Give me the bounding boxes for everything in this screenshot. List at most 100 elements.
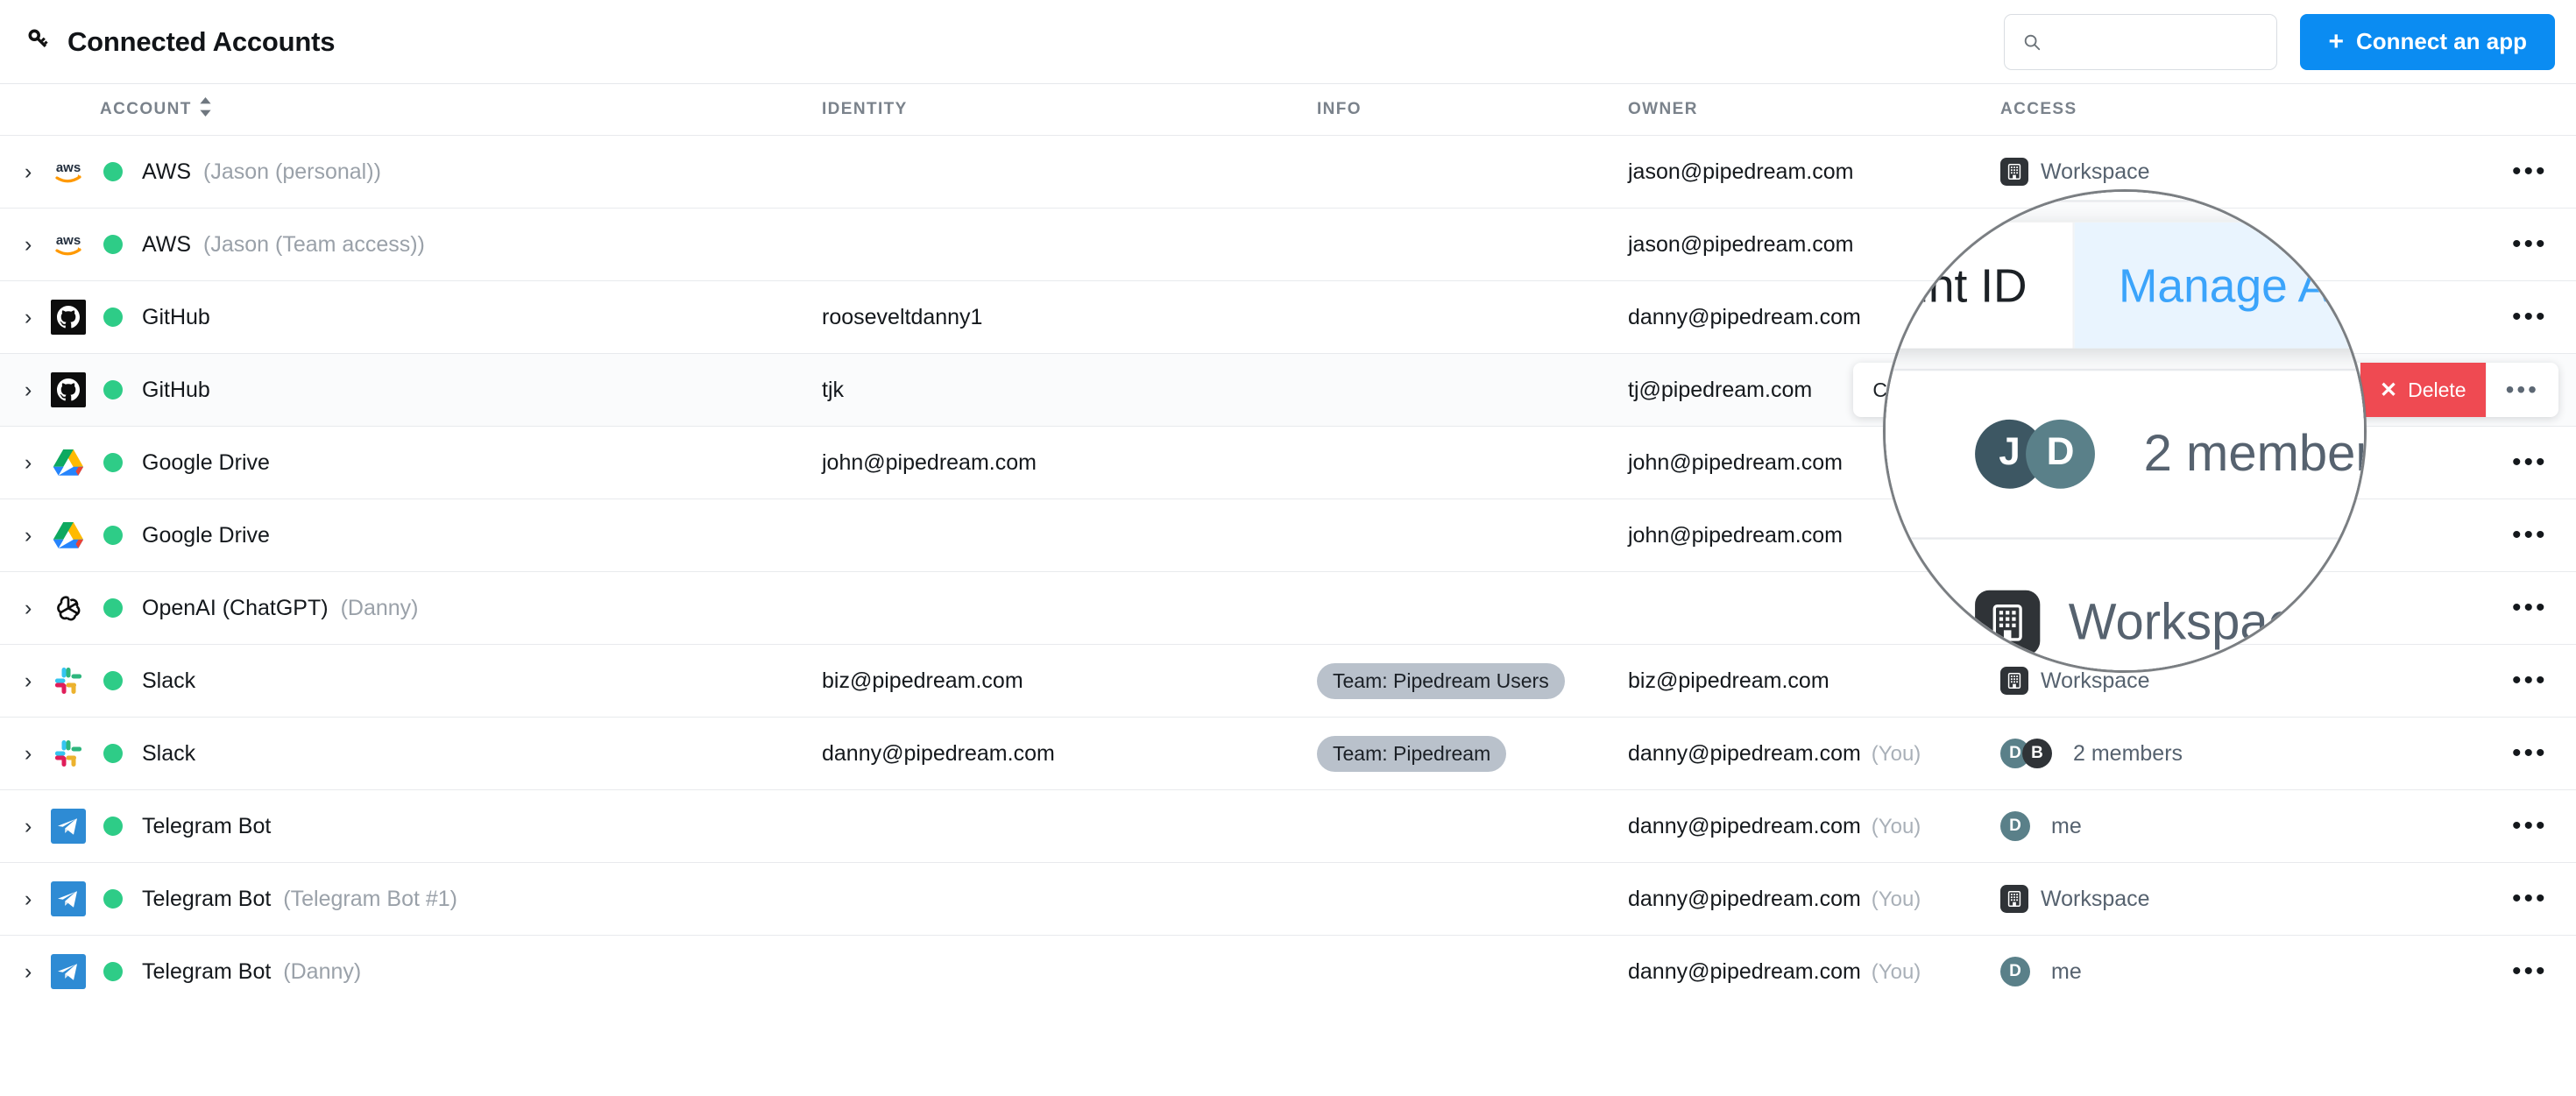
page-title: Connected Accounts xyxy=(67,25,336,57)
expand-chevron-icon[interactable]: › xyxy=(25,451,51,474)
kebab-menu-icon[interactable]: ••• xyxy=(2512,958,2548,985)
search-input[interactable] xyxy=(2050,30,2304,53)
expand-chevron-icon[interactable]: › xyxy=(25,160,51,183)
connect-button-label: Connect an app xyxy=(2355,28,2527,54)
column-header-identity[interactable]: IDENTITY xyxy=(822,100,1317,119)
table-row[interactable]: › Telegram Bot danny@pipedream.com (You) Dme… xyxy=(0,789,2576,862)
row-actions-cell: ••• xyxy=(2473,595,2576,621)
svg-text:aws: aws xyxy=(56,233,81,248)
owner-cell: danny@pipedream.com (You) xyxy=(1628,887,2000,912)
identity-cell: rooseveltdanny1 xyxy=(822,304,983,329)
account-cell: › aws AWS (Jason (personal)) xyxy=(25,154,822,189)
magnifier-content: ›awsAWS(Jason (personal))jason@pipedream… xyxy=(1886,192,2364,670)
svg-text:aws: aws xyxy=(56,160,81,175)
access-label: Workspace xyxy=(2068,593,2322,651)
row-actions-cell: ••• xyxy=(2473,740,2576,767)
access-label: 2 members xyxy=(2143,424,2364,482)
expand-chevron-icon[interactable]: › xyxy=(25,887,51,910)
owner-cell: danny@pipedream.com (You) xyxy=(1628,959,2000,985)
column-header-info[interactable]: INFO xyxy=(1317,100,1628,119)
table-row[interactable]: › Telegram Bot (Telegram Bot #1) danny@pipe… xyxy=(0,862,2576,935)
account-nickname: (Danny) xyxy=(283,958,362,984)
member-avatars: D xyxy=(2000,811,2030,841)
table-row[interactable]: › Telegram Bot (Danny) danny@pipedream.com (… xyxy=(0,935,2576,1008)
account-name: Telegram Bot xyxy=(142,813,272,838)
expand-chevron-icon[interactable]: › xyxy=(25,815,51,838)
kebab-menu-icon[interactable]: ••• xyxy=(2512,886,2548,912)
magnifier-lens: ›awsAWS(Jason (personal))jason@pipedream… xyxy=(1883,189,2367,673)
workspace-icon xyxy=(2000,667,2028,695)
account-name: AWS xyxy=(142,231,192,257)
header-actions: + Connect an app xyxy=(2004,13,2555,70)
kebab-menu-icon[interactable]: ••• xyxy=(2512,449,2548,476)
account-nickname: (Jason (personal)) xyxy=(203,159,381,184)
account-name: Slack xyxy=(142,668,196,693)
expand-chevron-icon[interactable]: › xyxy=(25,306,51,329)
owner-you-label: (You) xyxy=(1871,887,1921,911)
status-dot xyxy=(103,453,123,472)
column-header-account[interactable]: ACCOUNT xyxy=(25,97,822,122)
app-logo-github-icon xyxy=(51,300,86,335)
access-cell: JD 2 members xyxy=(1975,419,2364,489)
owner-email: biz@pipedream.com xyxy=(1628,668,1829,693)
expand-chevron-icon[interactable]: › xyxy=(25,524,51,547)
kebab-menu-icon[interactable]: ••• xyxy=(2512,813,2548,839)
expand-chevron-icon[interactable]: › xyxy=(25,960,51,983)
expand-chevron-icon[interactable]: › xyxy=(25,378,51,401)
account-name: Telegram Bot xyxy=(142,886,272,911)
app-logo-aws-icon: aws xyxy=(51,154,86,189)
row-actions-cell: ••• xyxy=(2473,958,2576,985)
delete-menu-item[interactable]: ✕ Delete xyxy=(2360,363,2487,417)
connect-an-app-button[interactable]: + Connect an app xyxy=(2300,13,2555,70)
expand-chevron-icon[interactable]: › xyxy=(25,233,51,256)
access-label: me xyxy=(2051,813,2082,838)
info-cell: Team: Pipedream xyxy=(1317,735,1628,772)
account-name: Google Drive xyxy=(142,449,270,475)
kebab-menu-icon[interactable]: ••• xyxy=(2512,304,2548,330)
kebab-menu-icon[interactable]: ••• xyxy=(2512,668,2548,694)
account-name: AWS xyxy=(142,159,192,184)
row-actions-cell: ••• xyxy=(2473,449,2576,476)
avatar: D xyxy=(2000,811,2030,841)
owner-email: danny@pipedream.com xyxy=(1628,813,1861,838)
column-header-access[interactable]: ACCESS xyxy=(2000,100,2473,119)
member-avatars: D xyxy=(2000,957,2030,986)
account-cell: › aws AWS (Jason (Team access)) xyxy=(25,227,822,262)
status-dot xyxy=(103,526,123,545)
status-dot xyxy=(103,817,123,836)
kebab-menu-icon[interactable]: ••• xyxy=(2512,522,2548,548)
account-cell: › Telegram Bot (Danny) xyxy=(25,954,822,989)
table-row[interactable]: › Slack danny@pipedream.com Team: Pipedream… xyxy=(0,717,2576,789)
owner-email: danny@pipedream.com xyxy=(1628,304,1861,329)
column-header-owner[interactable]: OWNER xyxy=(1628,100,2000,119)
member-avatars: JD xyxy=(1975,419,2095,489)
access-cell: Workspace xyxy=(2000,158,2473,186)
account-cell: › OpenAI (ChatGPT) (Danny) xyxy=(25,590,822,626)
owner-cell: john@pipedream.com xyxy=(1886,593,1975,652)
status-dot xyxy=(103,962,123,981)
copy-account-id-menu-item[interactable]: Copy Account ID xyxy=(1886,222,2074,349)
manage-access-menu-item[interactable]: Manage Access xyxy=(2073,222,2364,349)
account-name: Google Drive xyxy=(142,522,270,548)
kebab-menu-icon[interactable]: ••• xyxy=(2512,231,2548,258)
row-actions-cell: ••• xyxy=(2473,886,2576,912)
avatar: B xyxy=(2022,739,2052,768)
close-icon: ✕ xyxy=(2379,378,2398,402)
account-name: OpenAI (ChatGPT) xyxy=(142,595,329,620)
expand-chevron-icon[interactable]: › xyxy=(25,597,51,619)
sort-arrows-icon[interactable] xyxy=(199,97,212,122)
identity-cell: danny@pipedream.com xyxy=(822,740,1055,766)
more-options-menu-item[interactable]: ••• xyxy=(2487,363,2558,417)
expand-chevron-icon[interactable]: › xyxy=(25,669,51,692)
owner-cell: danny@pipedream.com (You) xyxy=(1628,814,2000,839)
info-badge: Team: Pipedream Users xyxy=(1317,662,1565,699)
kebab-menu-icon[interactable]: ••• xyxy=(2512,159,2548,185)
member-avatars: DB xyxy=(2000,739,2052,768)
kebab-menu-icon[interactable]: ••• xyxy=(2512,595,2548,621)
owner-email: jason@pipedream.com xyxy=(1628,159,1854,184)
kebab-menu-icon[interactable]: ••• xyxy=(2512,740,2548,767)
search-box[interactable] xyxy=(2004,13,2327,70)
status-dot xyxy=(103,380,123,400)
access-cell: Workspace xyxy=(2000,885,2473,913)
expand-chevron-icon[interactable]: › xyxy=(25,742,51,765)
